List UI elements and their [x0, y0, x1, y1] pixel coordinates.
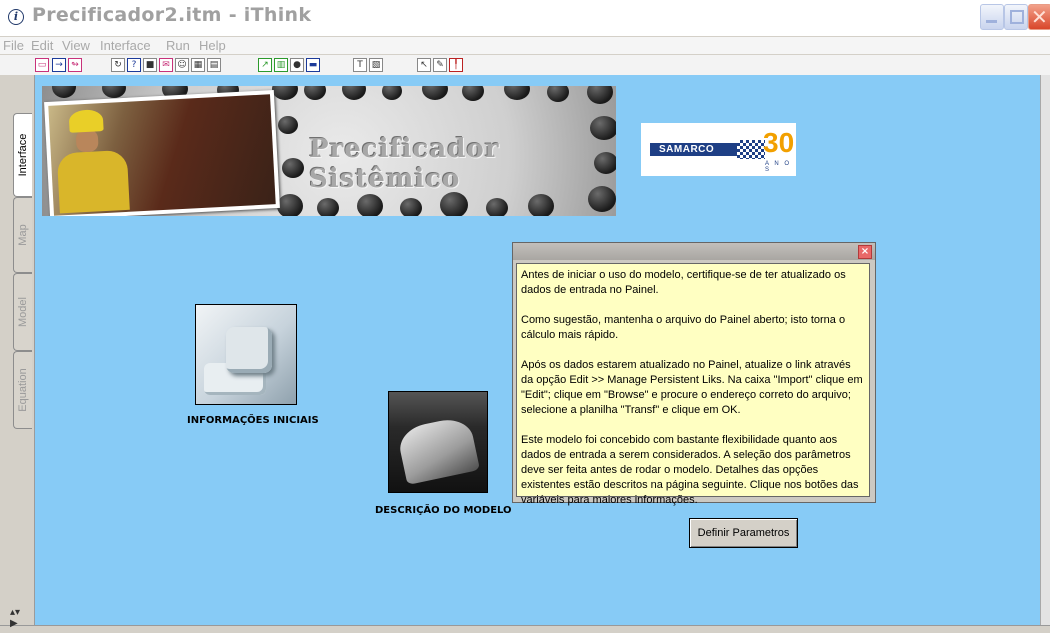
banner-image: Precificador Sistêmico [42, 86, 616, 216]
help-icon[interactable]: ? [127, 58, 141, 72]
title-bar: i Precificador2.itm - iThink ✕ [0, 0, 1050, 36]
dynamite-icon[interactable]: ╿ [449, 58, 463, 72]
logo-text: SAMARCO [659, 144, 715, 155]
menu-edit[interactable]: Edit [31, 38, 53, 53]
maximize-icon [1010, 10, 1024, 24]
tab-map[interactable]: Map [13, 197, 32, 273]
tab-equation-label: Equation [17, 368, 29, 412]
stop-icon[interactable]: ■ [143, 58, 157, 72]
note-paragraph: Antes de iniciar o uso do modelo, certif… [521, 269, 846, 296]
banner-title: Precificador Sistêmico [309, 134, 500, 194]
info-icon[interactable]: i [8, 9, 24, 25]
info-caption: INFORMAÇÕES INICIAIS [187, 415, 319, 426]
zoom-icon[interactable]: ▴▾ [10, 607, 20, 618]
description-button[interactable] [388, 391, 488, 493]
note-dialog: × Antes de iniciar o uso do modelo, cert… [512, 242, 876, 506]
menu-help[interactable]: Help [199, 38, 226, 53]
menu-run[interactable]: Run [166, 38, 190, 53]
pointer-icon[interactable]: ↖ [417, 58, 431, 72]
table-icon[interactable]: ▥ [274, 58, 288, 72]
book-icon [395, 414, 481, 486]
logo-number: 30 [763, 127, 795, 158]
brush-icon[interactable]: ✎ [433, 58, 447, 72]
close-icon: ✕ [1031, 5, 1048, 29]
window-title: Precificador2.itm - iThink [32, 4, 312, 26]
close-button[interactable]: ✕ [1028, 4, 1050, 30]
note-paragraph: Este modelo foi concebido com bastante f… [521, 434, 859, 506]
tab-equation[interactable]: Equation [13, 351, 32, 429]
grid-icon[interactable]: ▦ [191, 58, 205, 72]
samarco-logo: SAMARCO 30 A N O S [641, 123, 796, 176]
vertical-scrollbar[interactable] [1040, 75, 1050, 632]
chart-icon[interactable]: ↗ [258, 58, 272, 72]
tab-map-label: Map [17, 224, 29, 246]
play-icon[interactable]: ▶ [10, 618, 18, 629]
cycle-icon[interactable]: ↻ [111, 58, 125, 72]
file-icon[interactable]: ▭ [35, 58, 49, 72]
arrow-loop-icon[interactable]: ↬ [68, 58, 82, 72]
tab-interface-label: Interface [17, 133, 29, 177]
logo-sub: A N O S [765, 161, 792, 173]
menu-interface[interactable]: Interface [100, 38, 151, 53]
menu-view[interactable]: View [62, 38, 90, 53]
tab-interface[interactable]: Interface [13, 113, 32, 197]
close-icon[interactable]: × [858, 245, 872, 259]
maximize-button[interactable] [1004, 4, 1028, 30]
note-dialog-header[interactable]: × [513, 243, 875, 260]
note-paragraph: Após os dados estarem atualizado no Pain… [521, 359, 863, 416]
graph-icon[interactable]: ▤ [207, 58, 221, 72]
tab-model-label: Model [17, 297, 29, 327]
picture-tool-icon[interactable]: ▧ [369, 58, 383, 72]
mail-icon[interactable]: ✉ [159, 58, 173, 72]
side-tab-strip: Interface Map Model Equation [0, 75, 35, 632]
text-tool-icon[interactable]: T [353, 58, 367, 72]
tab-model[interactable]: Model [13, 273, 32, 351]
toggle-icon[interactable]: ▬ [306, 58, 320, 72]
note-paragraph: Como sugestão, mantenha o arquivo do Pai… [521, 314, 846, 341]
miner-photo [44, 90, 280, 216]
menu-bar: File Edit View Interface Run Help [0, 37, 1050, 54]
arrow-right-icon[interactable]: → [52, 58, 66, 72]
toolbar: ▭ → ↬ ↻ ? ■ ✉ ☺ ▦ ▤ ↗ ▥ ● ▬ T ▧ ↖ ✎ ╿ [0, 55, 1050, 75]
info-button[interactable] [195, 304, 297, 405]
menu-file[interactable]: File [3, 38, 24, 53]
minimize-button[interactable] [980, 4, 1004, 30]
note-text: Antes de iniciar o uso do modelo, certif… [516, 263, 870, 506]
define-parameters-button[interactable]: Definir Parametros [689, 518, 798, 548]
desc-caption: DESCRIÇÃO DO MODELO [375, 505, 512, 516]
person-icon[interactable]: ☺ [175, 58, 189, 72]
minimize-icon [986, 20, 997, 23]
radio-icon[interactable]: ● [290, 58, 304, 72]
